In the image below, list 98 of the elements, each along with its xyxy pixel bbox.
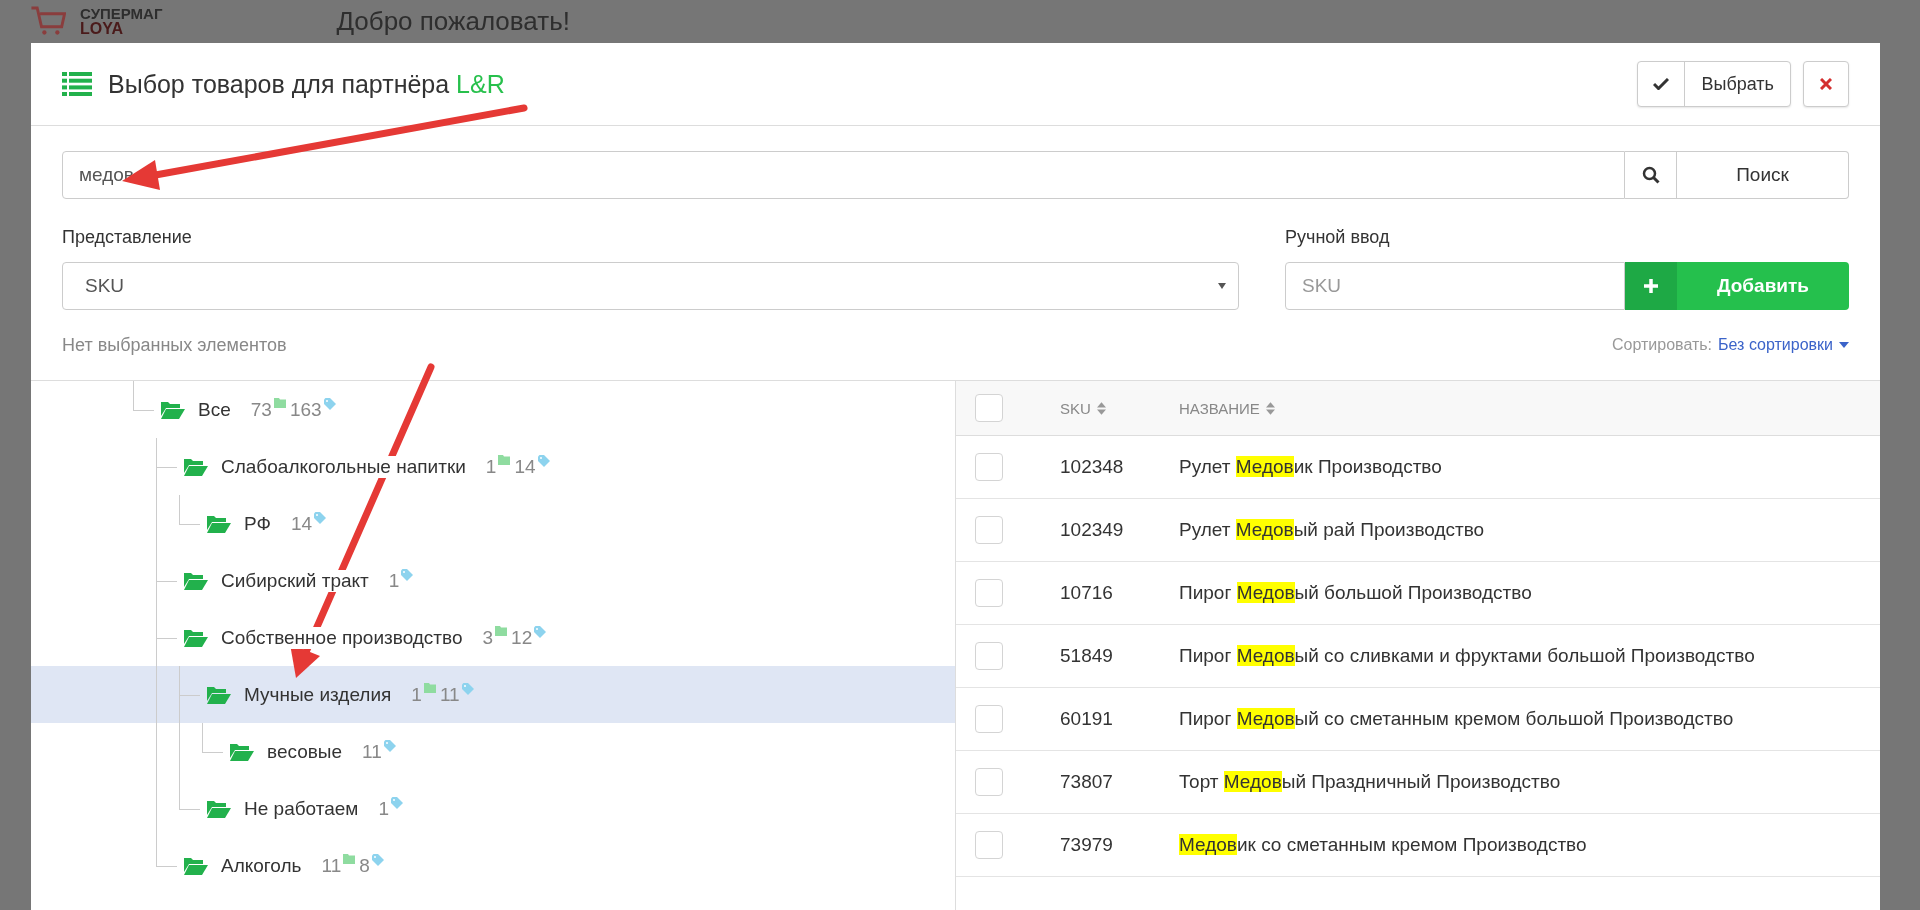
row-checkbox[interactable] — [975, 705, 1003, 733]
view-dropdown[interactable]: SKU — [62, 262, 1239, 310]
tree-item[interactable]: Не работаем 1 — [31, 780, 955, 837]
welcome-text: Добро пожаловать! — [336, 5, 570, 37]
search-icon — [1641, 166, 1660, 184]
sku-cell: 73807 — [1060, 771, 1113, 793]
product-count: 14 — [290, 512, 313, 535]
logo-text: LOYA — [80, 20, 124, 37]
sku-cell: 102349 — [1060, 519, 1124, 541]
folder-icon — [183, 855, 209, 876]
sort-label: Сортировать: — [1612, 336, 1713, 354]
tag-icon — [461, 683, 474, 695]
folder-icon — [183, 456, 209, 477]
product-name-cell: Медовик со сметанным кремом Производство — [1179, 834, 1587, 856]
product-name-cell: Пирог Медовый со сметанным кремом большой Производство — [1179, 708, 1734, 730]
cart-logo-icon — [30, 5, 66, 37]
field-label: Представление — [62, 227, 193, 248]
sku-cell: 102348 — [1060, 456, 1124, 478]
tree-item[interactable]: Мучные изделия 1 11 — [31, 666, 955, 723]
list-icon — [62, 72, 92, 96]
field-label: Ручной ввод — [1285, 227, 1391, 248]
product-count: 1 — [378, 797, 389, 820]
tree-item-label: Сибирский тракт — [221, 569, 369, 592]
sort-icon[interactable] — [1265, 401, 1275, 415]
tag-icon — [323, 398, 336, 410]
sort-icon[interactable] — [1096, 401, 1106, 415]
folder-count: 11 — [321, 854, 342, 877]
sku-cell: 10716 — [1060, 582, 1113, 604]
search-icon-button[interactable] — [1625, 151, 1677, 199]
folder-icon — [183, 627, 209, 648]
folder-icon — [495, 626, 508, 636]
tree-item[interactable]: Слабоалкогольные напитки 1 14 — [31, 438, 955, 495]
tree-item-label: Не работаем — [244, 797, 359, 820]
sku-cell: 73979 — [1060, 834, 1113, 856]
selection-status-text: Нет выбранных элементов — [62, 334, 287, 356]
caret-icon — [1218, 283, 1226, 289]
product-count: 163 — [289, 398, 322, 421]
tree-item[interactable]: Алкоголь 11 8 — [31, 837, 955, 894]
row-checkbox[interactable] — [975, 831, 1003, 859]
product-count: 12 — [511, 626, 533, 649]
tag-icon — [391, 797, 403, 809]
folder-count: 1 — [411, 683, 422, 706]
sku-cell: 51849 — [1060, 645, 1113, 667]
plus-icon — [1644, 279, 1658, 293]
product-count: 11 — [439, 683, 460, 706]
folder-icon — [160, 399, 186, 420]
row-checkbox[interactable] — [975, 768, 1003, 796]
search-button[interactable]: Поиск — [1677, 151, 1849, 199]
tree-item[interactable]: Сибирский тракт 1 — [31, 552, 955, 609]
tag-icon — [371, 854, 384, 866]
tree-item-label: Собственное производство — [221, 626, 463, 649]
close-icon — [1820, 78, 1832, 90]
tree-item[interactable]: Все 73 163 — [31, 381, 955, 438]
product-count: 1 — [388, 569, 400, 592]
folder-icon — [423, 683, 436, 693]
column-header[interactable]: SKU — [1060, 399, 1091, 417]
product-count: 14 — [514, 455, 536, 478]
folder-icon — [273, 398, 286, 408]
folder-count: 73 — [250, 398, 272, 421]
folder-icon — [206, 684, 232, 705]
folder-icon — [206, 513, 232, 534]
tag-icon — [537, 455, 550, 467]
check-icon — [1653, 78, 1670, 90]
tag-icon — [401, 569, 414, 581]
tree-item[interactable]: РФ 14 — [31, 495, 955, 552]
product-count: 8 — [359, 854, 370, 877]
row-checkbox[interactable] — [975, 642, 1003, 670]
folder-icon — [183, 570, 209, 591]
logo-text: СУПЕРМАГ — [80, 5, 163, 21]
row-checkbox[interactable] — [975, 516, 1003, 544]
product-name-cell: Пирог Медовый большой Производство — [1179, 582, 1532, 604]
tag-icon — [314, 512, 327, 524]
folder-count: 1 — [485, 455, 497, 478]
tag-icon — [534, 626, 547, 638]
dialog-title: Выбор товаров для партнёра L&R — [108, 69, 505, 99]
product-name-cell: Пирог Медовый со сливками и фруктами большой Производство — [1179, 645, 1755, 667]
sku-cell: 60191 — [1060, 708, 1113, 730]
folder-icon — [206, 798, 232, 819]
product-count: 11 — [362, 740, 382, 763]
product-name-cell: Торт Медовый Праздничный Производство — [1179, 771, 1561, 793]
product-name-cell: Рулет Медовый рай Производство — [1179, 519, 1485, 541]
select-button[interactable]: Выбрать — [1637, 61, 1791, 107]
sort-dropdown-link[interactable]: Без сортировки — [1718, 336, 1833, 354]
sku-input-field[interactable]: SKU — [1285, 262, 1625, 310]
folder-icon — [343, 854, 356, 864]
row-checkbox[interactable] — [975, 453, 1003, 481]
caret-icon — [1839, 342, 1849, 348]
close-button[interactable] — [1803, 61, 1849, 107]
folder-icon — [229, 741, 255, 762]
tree-item-label: Слабоалкогольные напитки — [221, 455, 466, 478]
folder-count: 3 — [482, 626, 494, 649]
tree-item[interactable]: весовые 11 — [31, 723, 955, 780]
product-name-cell: Рулет Медовик Производство — [1179, 456, 1442, 478]
select-all-checkbox[interactable] — [975, 394, 1003, 422]
plus-button[interactable] — [1625, 262, 1677, 310]
folder-icon — [498, 455, 511, 465]
row-checkbox[interactable] — [975, 579, 1003, 607]
tag-icon — [383, 740, 396, 752]
